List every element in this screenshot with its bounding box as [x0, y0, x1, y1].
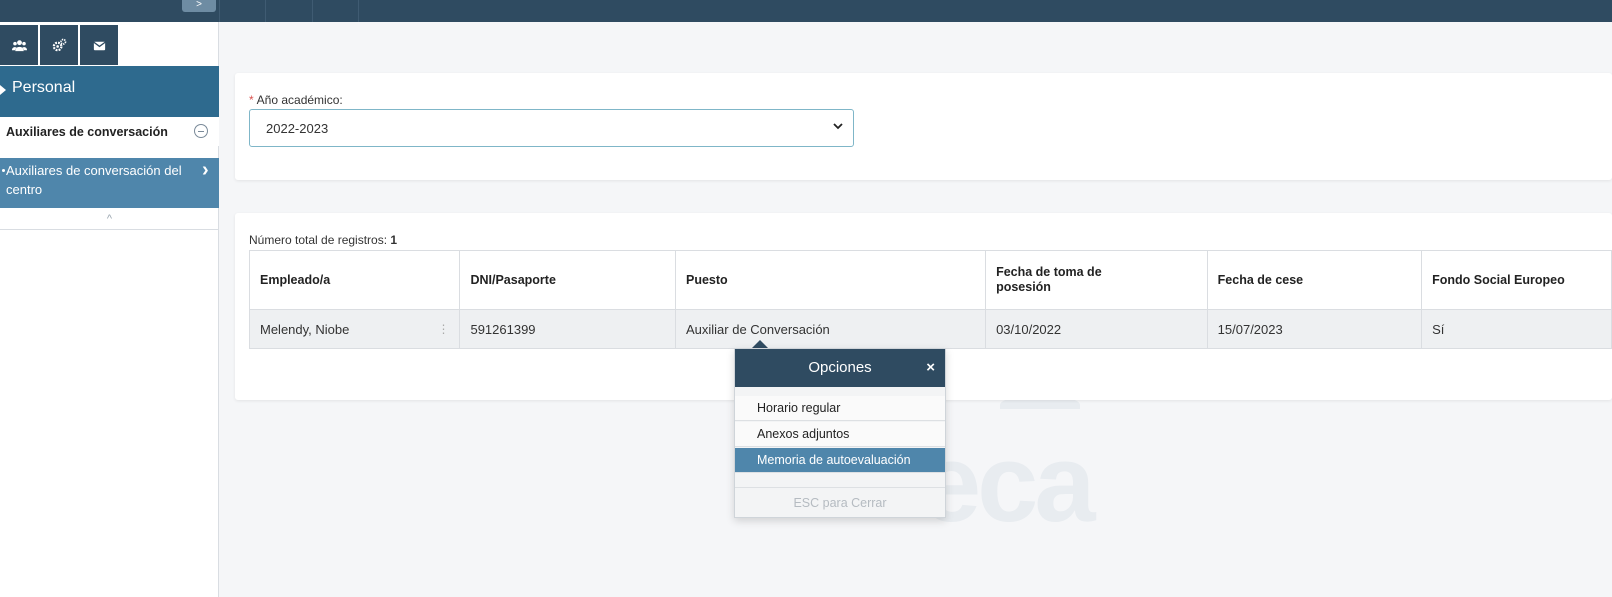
column-header-fecha-toma[interactable]: Fecha de toma de posesión — [985, 250, 1208, 310]
cell-fecha-cese: 15/07/2023 — [1206, 309, 1423, 349]
topbar-divider — [265, 0, 266, 22]
chevron-up-icon: ^ — [106, 213, 113, 225]
options-popup: Opciones × Horario regular Anexos adjunt… — [734, 348, 946, 518]
record-count: Número total de registros: 1 — [249, 233, 397, 247]
cell-dni: 591261399 — [459, 309, 676, 349]
cell-empleado[interactable]: Melendy, Niobe ⋮ — [248, 309, 461, 349]
top-bar: > — [0, 0, 1612, 22]
kebab-menu-icon[interactable]: ⋮ — [437, 322, 449, 336]
topbar-divider — [312, 0, 313, 22]
column-header-dni[interactable]: DNI/Pasaporte — [459, 250, 676, 310]
column-header-fecha-toma-label: Fecha de toma de posesión — [996, 265, 1102, 294]
record-count-value: 1 — [390, 233, 398, 247]
cogs-icon[interactable] — [40, 25, 78, 65]
sidebar-group-auxiliares[interactable]: Auxiliares de conversación — [0, 117, 219, 146]
sidebar-collapse-button[interactable]: ^ — [0, 208, 219, 230]
chevron-right-icon: › — [202, 159, 209, 181]
popup-esc-hint[interactable]: ESC para Cerrar — [735, 487, 945, 517]
sidebar: Personal Auxiliares de conversación Auxi… — [0, 22, 219, 597]
users-icon[interactable] — [0, 25, 38, 65]
sidebar-group-label: Auxiliares de conversación — [6, 125, 168, 139]
topbar-divider — [358, 0, 359, 22]
sidebar-section-label: Personal — [12, 79, 76, 96]
cell-puesto: Auxiliar de Conversación — [674, 309, 987, 349]
table-header-row: Empleado/a DNI/Pasaporte Puesto Fecha de… — [248, 250, 1612, 310]
year-label-text: Año académico: — [256, 93, 343, 107]
cell-fecha-toma: 03/10/2022 — [985, 309, 1208, 349]
popup-header: Opciones × — [735, 349, 945, 387]
menu-item-horario-regular[interactable]: Horario regular — [735, 396, 945, 421]
academic-year-value: 2022-2023 — [266, 121, 329, 136]
caret-right-icon — [0, 85, 6, 95]
menu-item-memoria-autoevaluacion[interactable]: Memoria de autoevaluación — [735, 448, 945, 473]
sidebar-toggle-button[interactable]: > — [182, 0, 216, 12]
record-count-label: Número total de registros: — [249, 233, 388, 247]
results-table: Empleado/a DNI/Pasaporte Puesto Fecha de… — [248, 250, 1612, 349]
sidebar-item-auxiliares-centro[interactable]: Auxiliares de conversación del centro › — [0, 158, 219, 208]
cell-empleado-text: Melendy, Niobe — [260, 321, 350, 337]
close-icon[interactable]: × — [926, 349, 935, 387]
year-field-label: * Año académico: — [249, 93, 343, 107]
collapse-minus-icon[interactable] — [194, 124, 208, 138]
column-header-puesto[interactable]: Puesto — [674, 250, 987, 310]
menu-item-anexos-adjuntos[interactable]: Anexos adjuntos — [735, 422, 945, 447]
academic-year-select[interactable]: 2022-2023 — [249, 109, 854, 147]
column-header-fecha-cese[interactable]: Fecha de cese — [1206, 250, 1423, 310]
chevron-down-icon — [833, 123, 843, 130]
sidebar-item-label: Auxiliares de conversación del centro — [6, 163, 182, 197]
required-marker: * — [249, 93, 254, 107]
filter-panel: * Año académico: 2022-2023 — [235, 73, 1612, 180]
bullet-icon — [2, 169, 5, 172]
envelope-icon[interactable] — [80, 25, 118, 65]
popup-title: Opciones — [808, 359, 872, 376]
table-row[interactable]: Melendy, Niobe ⋮ 591261399 Auxiliar de Co… — [248, 309, 1612, 349]
topbar-divider — [219, 0, 220, 22]
column-header-fse[interactable]: Fondo Social Europeo — [1421, 250, 1612, 310]
column-header-empleado[interactable]: Empleado/a — [248, 250, 461, 310]
cell-fse: Sí — [1421, 309, 1612, 349]
sidebar-section-personal[interactable]: Personal — [0, 66, 219, 117]
